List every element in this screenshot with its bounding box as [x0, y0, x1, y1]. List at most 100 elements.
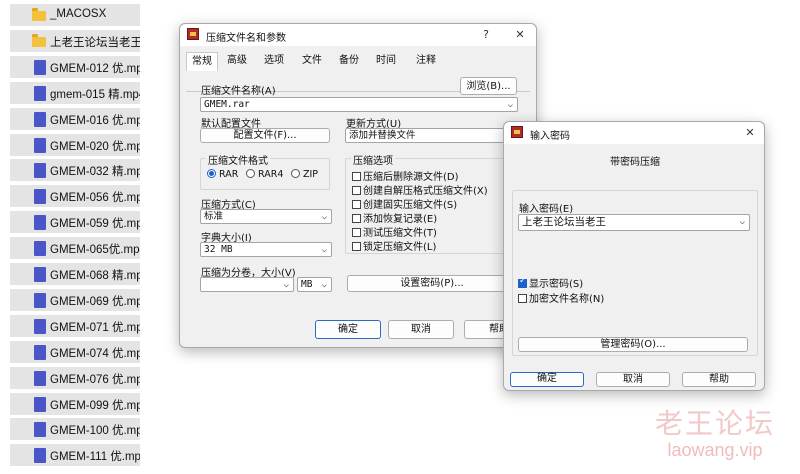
file-item[interactable]: GMEM-100 优.mp4: [10, 418, 140, 440]
file-name: 上老王论坛当老王: [50, 37, 140, 49]
update-mode-select[interactable]: 添加并替换文件 ⌵: [345, 128, 517, 143]
video-file-icon: [34, 86, 46, 101]
file-item[interactable]: gmem-015 精.mp4: [10, 82, 140, 104]
video-file-icon: [34, 189, 46, 204]
folder-item[interactable]: 上老王论坛当老王: [10, 30, 140, 52]
option-solid[interactable]: 创建固实压缩文件(S): [352, 196, 457, 211]
radio-icon: [246, 169, 255, 178]
file-item[interactable]: GMEM-099 优.mp4: [10, 393, 140, 415]
format-rar4-label: RAR4: [258, 169, 284, 180]
tab-files[interactable]: 文件: [297, 52, 327, 70]
help-icon[interactable]: ?: [476, 28, 496, 41]
video-file-icon: [34, 345, 46, 360]
file-name: GMEM-100 优.mp4: [50, 425, 140, 437]
tab-options[interactable]: 选项: [259, 52, 289, 70]
password-ok-button[interactable]: 确定: [510, 372, 584, 387]
watermark-url: laowang.vip: [667, 440, 763, 460]
chevron-down-icon: ⌵: [321, 212, 327, 222]
method-value: 标准: [204, 211, 224, 222]
tab-backup[interactable]: 备份: [334, 52, 364, 70]
file-item[interactable]: GMEM-069 优.mp4: [10, 289, 140, 311]
watermark-text: 老王论坛: [654, 407, 775, 440]
archive-cancel-button[interactable]: 取消: [388, 320, 454, 339]
method-select[interactable]: 标准 ⌵: [200, 209, 332, 224]
tab-comment[interactable]: 注释: [411, 52, 441, 70]
password-dialog-titlebar[interactable]: 输入密码 ✕: [504, 122, 764, 144]
winrar-icon: [511, 126, 523, 138]
checkbox-icon: [352, 200, 361, 209]
folder-item[interactable]: _MACOSX: [10, 4, 140, 26]
format-rar-radio[interactable]: RAR: [207, 169, 238, 180]
file-item[interactable]: GMEM-111 优.mp4: [10, 444, 140, 466]
split-unit-value: MB: [301, 279, 313, 290]
file-item[interactable]: GMEM-056 优.mp4: [10, 185, 140, 207]
show-password-checkbox[interactable]: 显示密码(S): [518, 275, 583, 290]
split-size-input[interactable]: ⌵: [200, 277, 294, 292]
file-item[interactable]: GMEM-020 优.mp4: [10, 134, 140, 156]
option-delete-after[interactable]: 压缩后删除源文件(D): [352, 168, 459, 183]
option-test[interactable]: 测试压缩文件(T): [352, 224, 437, 239]
folder-icon: [32, 8, 46, 21]
dict-value: 32 MB: [204, 244, 233, 255]
archive-dialog-title: 压缩文件名和参数: [206, 33, 286, 44]
option-lock[interactable]: 锁定压缩文件(L): [352, 238, 436, 253]
winrar-icon: [187, 28, 199, 40]
close-icon[interactable]: ✕: [510, 28, 530, 41]
format-zip-radio[interactable]: ZIP: [291, 169, 318, 180]
video-file-icon: [34, 112, 46, 127]
archive-name-value: GMEM.rar: [204, 99, 250, 110]
file-item[interactable]: GMEM-032 精.mp4: [10, 159, 140, 181]
tab-advanced[interactable]: 高级: [222, 52, 252, 70]
file-item[interactable]: GMEM-071 优.mp4: [10, 315, 140, 337]
encrypt-names-label: 加密文件名称(N): [529, 294, 605, 305]
video-file-icon: [34, 397, 46, 412]
checkbox-icon: [352, 242, 361, 251]
watermark: 老王论坛 laowang.vip: [640, 402, 790, 461]
password-heading: 带密码压缩: [610, 157, 660, 168]
tab-time[interactable]: 时间: [371, 52, 401, 70]
file-item[interactable]: GMEM-074 优.mp4: [10, 341, 140, 363]
checkbox-icon: [352, 214, 361, 223]
password-dialog-title: 输入密码: [530, 131, 570, 142]
file-item[interactable]: GMEM-065优.mp4: [10, 237, 140, 259]
file-list: _MACOSX 上老王论坛当老王 GMEM-012 优.mp4 gmem-015 精.…: [0, 0, 144, 474]
file-item[interactable]: GMEM-016 优.mp4: [10, 108, 140, 130]
profiles-button[interactable]: 配置文件(F)...: [200, 128, 330, 143]
video-file-icon: [34, 163, 46, 178]
checkbox-icon: [352, 172, 361, 181]
option-recovery[interactable]: 添加恢复记录(E): [352, 210, 437, 225]
file-name: GMEM-016 优.mp4: [50, 115, 140, 127]
checkbox-icon: [518, 294, 527, 303]
archive-ok-button[interactable]: 确定: [315, 320, 381, 339]
password-input[interactable]: 上老王论坛当老王 ⌵: [518, 214, 750, 231]
archive-dialog-titlebar[interactable]: 压缩文件名和参数 ? ✕: [180, 24, 536, 46]
radio-icon: [207, 169, 216, 178]
file-item[interactable]: GMEM-076 优.mp4: [10, 367, 140, 389]
tab-general[interactable]: 常规: [186, 52, 218, 71]
file-name: GMEM-065优.mp4: [50, 244, 140, 256]
format-zip-label: ZIP: [303, 169, 319, 180]
file-name: GMEM-099 优.mp4: [50, 400, 140, 412]
browse-button[interactable]: 浏览(B)...: [460, 77, 517, 95]
chevron-down-icon: ⌵: [321, 245, 327, 255]
file-name: _MACOSX: [50, 8, 107, 20]
close-icon[interactable]: ✕: [740, 126, 760, 139]
format-rar4-radio[interactable]: RAR4: [246, 169, 283, 180]
password-dialog: 输入密码 ✕ 带密码压缩 输入密码(E) 上老王论坛当老王 ⌵ 显示密码(S) …: [503, 121, 765, 391]
file-item[interactable]: GMEM-068 精.mp4: [10, 263, 140, 285]
manage-passwords-button[interactable]: 管理密码(O)...: [518, 337, 748, 352]
dict-select[interactable]: 32 MB ⌵: [200, 242, 332, 257]
video-file-icon: [34, 319, 46, 334]
set-password-button[interactable]: 设置密码(P)...: [347, 275, 517, 292]
archive-name-input[interactable]: GMEM.rar ⌵: [200, 97, 518, 112]
option-sfx[interactable]: 创建自解压格式压缩文件(X): [352, 182, 488, 197]
password-cancel-button[interactable]: 取消: [596, 372, 670, 387]
password-help-button[interactable]: 帮助: [682, 372, 756, 387]
encrypt-names-checkbox[interactable]: 加密文件名称(N): [518, 290, 604, 305]
file-name: GMEM-032 精.mp4: [50, 166, 140, 178]
file-item[interactable]: GMEM-059 优.mp4: [10, 211, 140, 233]
file-name: GMEM-056 优.mp4: [50, 192, 140, 204]
split-unit-select[interactable]: MB ⌵: [297, 277, 332, 292]
file-name: GMEM-020 优.mp4: [50, 141, 140, 153]
file-item[interactable]: GMEM-012 优.mp4: [10, 56, 140, 78]
